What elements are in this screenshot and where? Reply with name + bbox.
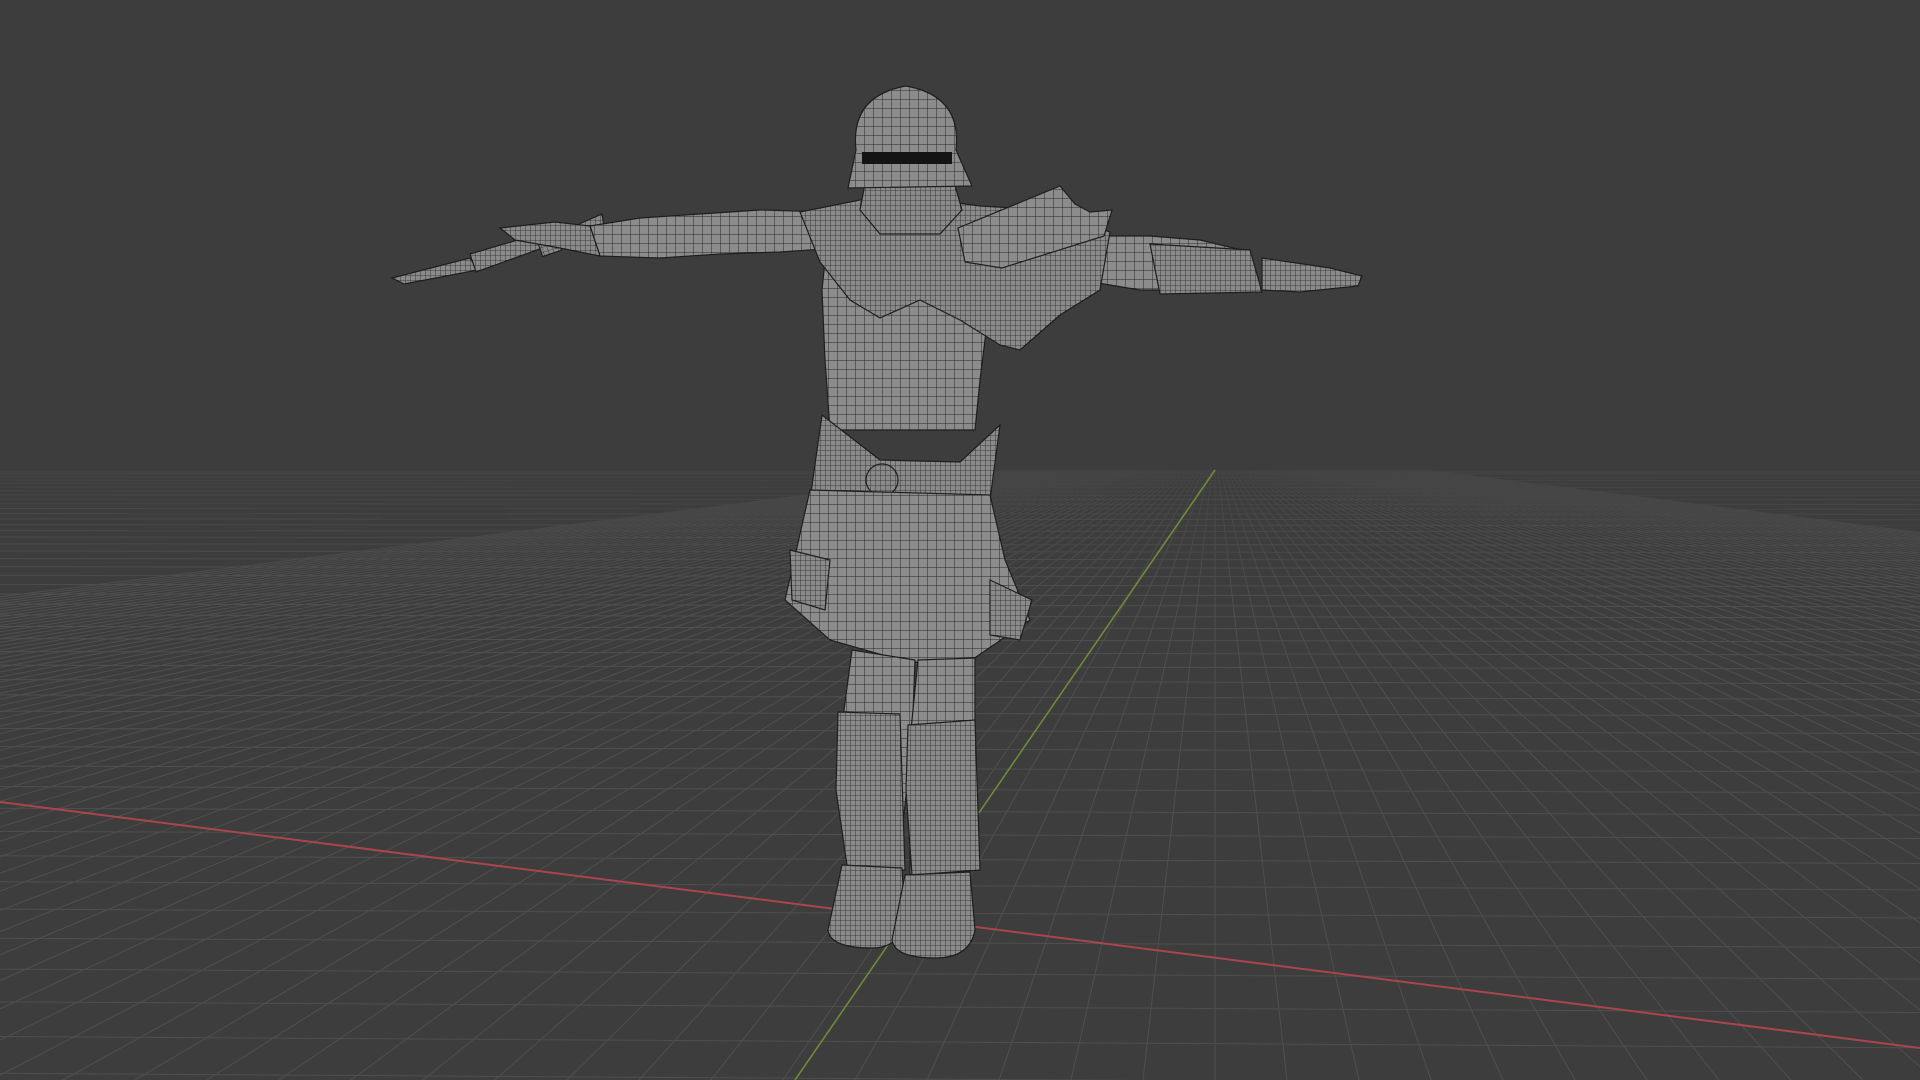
right-boot-mesh[interactable] xyxy=(891,871,976,959)
viewport-canvas[interactable] xyxy=(0,0,1920,1080)
left-greave-mesh[interactable] xyxy=(835,711,906,873)
visor-slot xyxy=(862,152,952,164)
left-tasset-mesh[interactable] xyxy=(789,549,831,611)
3d-viewport[interactable] xyxy=(0,0,1920,1080)
right-glove-mesh[interactable] xyxy=(1149,243,1263,295)
right-greave-mesh[interactable] xyxy=(905,719,981,876)
